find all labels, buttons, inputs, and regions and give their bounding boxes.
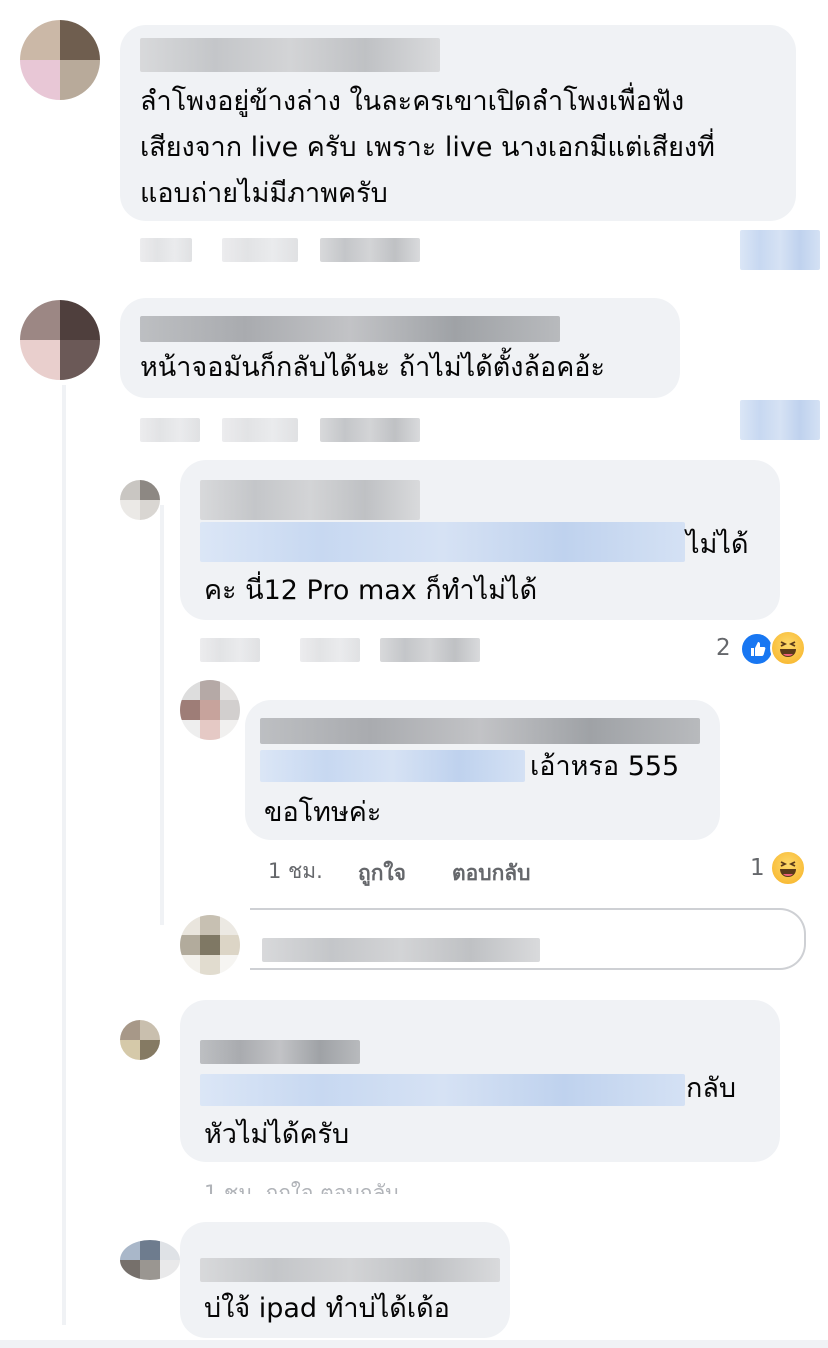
- reply-text: ขอโทษค่ะ: [264, 797, 382, 828]
- mention-blurred[interactable]: [200, 1074, 685, 1106]
- comment-text: หน้าจอมันก็กลับได้นะ ถ้าไม่ได้ตั้งล้อคอ้…: [140, 352, 605, 383]
- reply-text: บ่ใจ้ ipad ทำบ่ได้เด้อ: [204, 1293, 450, 1324]
- author-name-blurred[interactable]: [140, 38, 440, 72]
- comment-text: แอบถ่ายไม่มีภาพครับ: [140, 178, 388, 209]
- comment-meta-blurred[interactable]: [140, 238, 192, 262]
- reply-text: ไม่ได้: [686, 529, 749, 560]
- reply-input-placeholder-blurred: [262, 938, 540, 962]
- comment-text: เสียงจาก live ครับ เพราะ live นางเอกมีแต…: [140, 132, 715, 163]
- reply-meta-blurred[interactable]: [300, 638, 360, 662]
- like-button[interactable]: ถูกใจ: [358, 858, 406, 888]
- thread-line: [62, 385, 66, 1325]
- reply-text: คะ นี่12 Pro max ก็ทำไม่ได้: [204, 575, 538, 606]
- reply-button[interactable]: ตอบกลับ: [452, 858, 531, 888]
- comment-meta-blurred[interactable]: [222, 418, 298, 442]
- avatar: [180, 915, 240, 975]
- reaction-count[interactable]: 1: [750, 853, 765, 883]
- mention-blurred[interactable]: [260, 750, 525, 782]
- mention-blurred[interactable]: [200, 522, 685, 562]
- haha-icon[interactable]: [770, 630, 806, 666]
- avatar[interactable]: [20, 300, 100, 380]
- comment-meta-blurred[interactable]: [222, 238, 298, 262]
- comment-meta-blurred[interactable]: [320, 418, 420, 442]
- comment-meta-blurred[interactable]: [320, 238, 420, 262]
- reply-text: กลับ: [686, 1073, 737, 1104]
- reply-meta[interactable]: 1 ชม. ถูกใจ ตอบกลับ: [204, 1178, 399, 1194]
- reply-timestamp[interactable]: 1 ชม.: [268, 856, 323, 886]
- avatar[interactable]: [180, 680, 240, 740]
- like-icon[interactable]: [740, 632, 774, 666]
- comment-text: ลำโพงอยู่ข้างล่าง ในละครเขาเปิดลำโพงเพื่…: [140, 86, 685, 117]
- author-name-blurred[interactable]: [260, 718, 700, 744]
- author-name-blurred[interactable]: [200, 1040, 360, 1064]
- reaction-count[interactable]: 2: [716, 633, 731, 663]
- author-name-blurred[interactable]: [200, 480, 420, 520]
- reply-text: หัวไม่ได้ครับ: [204, 1119, 350, 1150]
- reaction-blurred[interactable]: [740, 230, 820, 270]
- haha-icon[interactable]: [770, 850, 806, 886]
- bottom-divider: [0, 1340, 828, 1348]
- comment-meta-blurred[interactable]: [140, 418, 200, 442]
- avatar[interactable]: [120, 1240, 180, 1280]
- author-name-blurred[interactable]: [200, 1258, 500, 1282]
- author-name-blurred[interactable]: [140, 316, 560, 342]
- avatar[interactable]: [120, 1020, 160, 1060]
- avatar[interactable]: [120, 480, 160, 520]
- thread-line: [160, 505, 164, 925]
- avatar[interactable]: [20, 20, 100, 100]
- reply-meta-blurred[interactable]: [380, 638, 480, 662]
- reply-text: เอ้าหรอ 555: [530, 751, 680, 782]
- reaction-blurred[interactable]: [740, 400, 820, 440]
- reply-meta-blurred[interactable]: [200, 638, 260, 662]
